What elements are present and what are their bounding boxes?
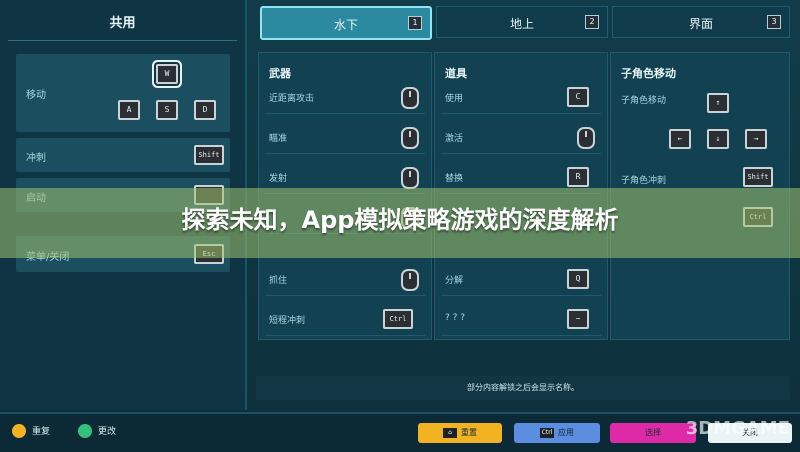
row-dash-label: 冲刺 [26, 153, 46, 164]
tab-underwater-label: 水下 [333, 18, 358, 32]
tab-interface-label: 界面 [688, 17, 713, 31]
items-title: 道具 [445, 67, 467, 80]
row-move[interactable]: 移动 W A S D [16, 54, 230, 132]
tool-item[interactable]: 使用 C [441, 81, 601, 114]
row-dash[interactable]: 冲刺 Shift [16, 138, 230, 172]
weapon-item[interactable]: 短程冲刺 Ctrl [265, 303, 425, 336]
sub-move-label: 子角色移动 [621, 96, 667, 106]
key-w[interactable]: W [156, 64, 178, 84]
watermark: 3DMGAME [685, 418, 790, 439]
mouse-icon[interactable] [577, 127, 595, 149]
tool-item-label: ? ? ? [445, 313, 466, 323]
mouse-icon[interactable] [401, 269, 419, 291]
tool-item-label: 激活 [445, 134, 464, 144]
mouse-icon[interactable] [401, 127, 419, 149]
tool-item-label: 分解 [445, 276, 464, 286]
key-c[interactable]: C [567, 87, 589, 107]
arrow-up-icon[interactable]: ↑ [707, 93, 729, 113]
arrow-left-icon[interactable]: ← [669, 129, 691, 149]
change-label: 更改 [98, 427, 117, 437]
weapon-item-label: 近距离攻击 [269, 94, 315, 104]
arrow-down-icon[interactable]: ↓ [707, 129, 729, 149]
weapon-item-label: 抓住 [269, 276, 288, 286]
apply-button[interactable]: Ctrl 应用 [514, 423, 600, 443]
set-button[interactable]: ⌂ 重置 [418, 423, 502, 443]
row-move-label: 移动 [26, 90, 46, 101]
weapon-item[interactable]: 近距离攻击 [265, 81, 425, 114]
tool-item[interactable]: 分解 Q [441, 263, 601, 296]
weapon-item-label: 瞄准 [269, 134, 288, 144]
mouse-icon[interactable] [401, 167, 419, 189]
tool-item[interactable]: 激活 [441, 121, 601, 154]
key-tilde[interactable]: ~ [567, 309, 589, 329]
change-icon[interactable] [78, 424, 92, 438]
unlock-note: 部分内容解锁之后会显示名称。 [256, 376, 790, 400]
footer-bar: 重复 更改 ⌂ 重置 Ctrl 应用 选择 关闭 [0, 412, 800, 452]
left-panel-title: 共用 [109, 16, 136, 31]
reset-label: 重复 [32, 427, 51, 437]
set-label: 重置 [461, 428, 477, 437]
tab-ground-number: 2 [585, 15, 599, 29]
key-hint: ⌂ [443, 427, 457, 438]
game-controls-screen: 共用 移动 W A S D 冲刺 Shift 启动 菜单/关闭 Esc 水下 1… [0, 0, 800, 452]
key-r[interactable]: R [567, 167, 589, 187]
weapon-item[interactable]: 抓住 [265, 263, 425, 296]
ctrl-key-hint: Ctrl [540, 427, 554, 438]
headline: 探索未知，App模拟策略游戏的深度解析 [181, 206, 619, 234]
tab-interface[interactable]: 界面 3 [612, 6, 790, 38]
tool-item-label: 使用 [445, 94, 464, 104]
key-s[interactable]: S [156, 100, 178, 120]
select-button[interactable]: 选择 [610, 423, 696, 443]
apply-label: 应用 [558, 428, 574, 437]
weapon-item[interactable]: 瞄准 [265, 121, 425, 154]
select-label: 选择 [645, 428, 661, 437]
weapon-item-label: 发射 [269, 174, 288, 184]
sub-dash-label: 子角色冲刺 [621, 176, 667, 186]
key-q[interactable]: Q [567, 269, 589, 289]
tab-interface-number: 3 [767, 15, 781, 29]
tab-ground[interactable]: 地上 2 [436, 6, 608, 38]
tool-item[interactable]: ? ? ? ~ [441, 303, 601, 336]
key-d[interactable]: D [194, 100, 216, 120]
tool-item-label: 替换 [445, 174, 464, 184]
reset-icon[interactable] [12, 424, 26, 438]
sub-character-title: 子角色移动 [621, 67, 676, 80]
arrow-right-icon[interactable]: → [745, 129, 767, 149]
weapons-title: 武器 [269, 67, 291, 80]
tab-underwater-number: 1 [408, 16, 422, 30]
weapon-item-label: 短程冲刺 [269, 316, 306, 326]
tab-ground-label: 地上 [509, 17, 534, 31]
key-shift[interactable]: Shift [194, 145, 224, 165]
key-shift-sub[interactable]: Shift [743, 167, 773, 187]
left-title-divider [8, 40, 237, 41]
key-ctrl[interactable]: Ctrl [383, 309, 413, 329]
headline-overlay: 探索未知，App模拟策略游戏的深度解析 [0, 188, 800, 258]
mouse-icon[interactable] [401, 87, 419, 109]
tab-underwater[interactable]: 水下 1 [260, 6, 432, 40]
key-a[interactable]: A [118, 100, 140, 120]
